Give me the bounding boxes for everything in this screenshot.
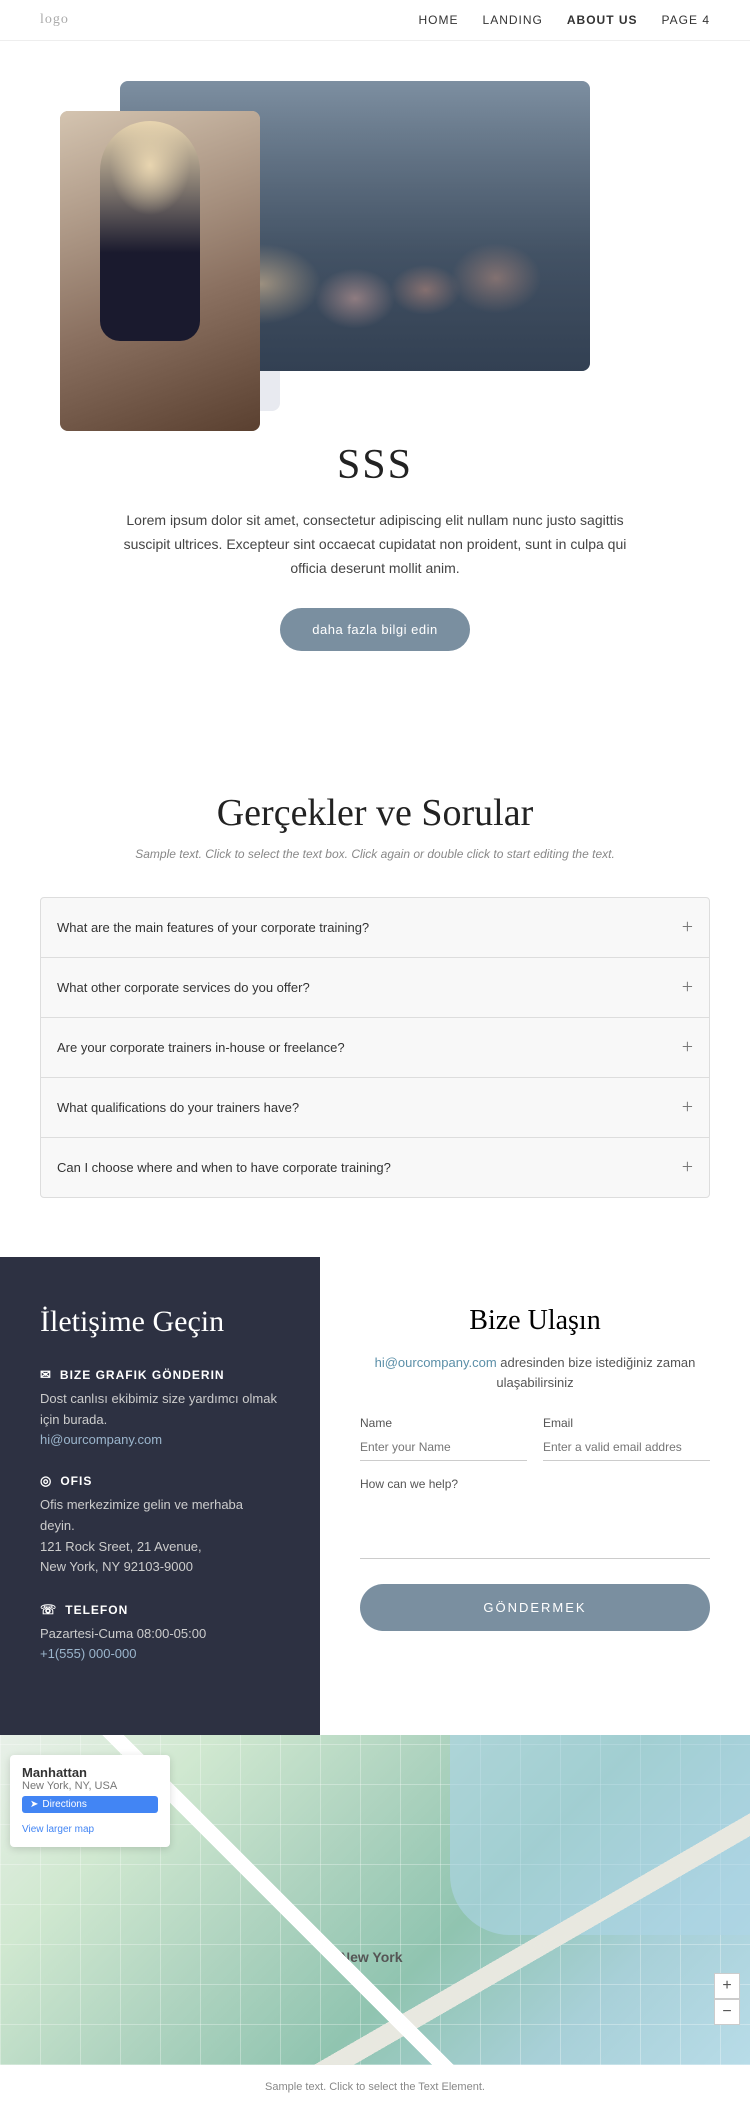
hero-title: SSS <box>115 441 635 489</box>
contact-email-link[interactable]: hi@ourcompany.com <box>40 1432 162 1447</box>
contact-left-title: İletişime Geçin <box>40 1305 280 1339</box>
directions-label: Directions <box>42 1799 86 1810</box>
map-zoom-out-button[interactable]: − <box>714 1999 740 2025</box>
contact-office-item: ◎ OFIS Ofis merkezimize gelin ve merhaba… <box>40 1473 280 1578</box>
contact-phone-hours: Pazartesi-Cuma 08:00-05:00 <box>40 1624 280 1645</box>
map-section: New York Manhattan New York, NY, USA ➤ D… <box>0 1735 750 2065</box>
nav-links: HOME LANDING ABOUT US PAGE 4 <box>419 13 710 27</box>
map-city-name: Manhattan <box>22 1765 158 1780</box>
nav-landing[interactable]: LANDING <box>483 13 543 27</box>
contact-help-label: How can we help? <box>360 1477 710 1491</box>
nav-page4[interactable]: PAGE 4 <box>662 13 710 27</box>
hero-section: SSS Lorem ipsum dolor sit amet, consecte… <box>0 41 750 711</box>
faq-expand-icon-1: + <box>682 916 693 939</box>
contact-form-row-1: Name Email <box>360 1416 710 1461</box>
phone-icon: ☏ <box>40 1602 57 1618</box>
contact-email-title: ✉ BIZE GRAFIK GÖNDERIN <box>40 1367 280 1383</box>
map-state: New York, NY, USA <box>22 1780 158 1792</box>
contact-email-col: Email <box>543 1416 710 1461</box>
directions-arrow-icon: ➤ <box>30 1799 38 1810</box>
contact-phone-number[interactable]: +1(555) 000-000 <box>40 1646 137 1661</box>
contact-right-title: Bize Ulaşın <box>360 1305 710 1337</box>
faq-expand-icon-3: + <box>682 1036 693 1059</box>
map-zoom-in-button[interactable]: + <box>714 1973 740 1999</box>
contact-email-label: BIZE GRAFIK GÖNDERIN <box>60 1368 225 1382</box>
faq-item[interactable]: What are the main features of your corpo… <box>40 897 710 958</box>
contact-office-line2: 121 Rock Sreet, 21 Avenue, <box>40 1537 280 1558</box>
contact-office-title: ◎ OFIS <box>40 1473 280 1489</box>
hero-images <box>40 81 710 401</box>
hero-text: SSS Lorem ipsum dolor sit amet, consecte… <box>115 441 635 651</box>
faq-question-2: What other corporate services do you off… <box>57 980 310 995</box>
contact-office-line3: New York, NY 92103-9000 <box>40 1557 280 1578</box>
contact-email-address[interactable]: hi@ourcompany.com <box>375 1355 497 1370</box>
faq-list: What are the main features of your corpo… <box>40 897 710 1198</box>
footer: Sample text. Click to select the Text El… <box>0 2065 750 2109</box>
faq-item[interactable]: Are your corporate trainers in-house or … <box>40 1017 710 1078</box>
faq-question-3: Are your corporate trainers in-house or … <box>57 1040 345 1055</box>
nav-home[interactable]: HOME <box>419 13 459 27</box>
contact-email-description: Dost canlısı ekibimiz size yardımcı olma… <box>40 1389 280 1431</box>
faq-section: Gerçekler ve Sorular Sample text. Click … <box>0 711 750 1257</box>
contact-submit-button[interactable]: GÖNDERMEK <box>360 1584 710 1631</box>
hero-person-image <box>60 111 260 431</box>
contact-phone-item: ☏ TELEFON Pazartesi-Cuma 08:00-05:00 +1(… <box>40 1602 280 1663</box>
faq-item[interactable]: What qualifications do your trainers hav… <box>40 1077 710 1138</box>
location-icon: ◎ <box>40 1473 52 1489</box>
contact-name-col: Name <box>360 1416 527 1461</box>
faq-question-5: Can I choose where and when to have corp… <box>57 1160 391 1175</box>
contact-name-input[interactable] <box>360 1434 527 1461</box>
contact-phone-title: ☏ TELEFON <box>40 1602 280 1618</box>
faq-item[interactable]: What other corporate services do you off… <box>40 957 710 1018</box>
faq-title: Gerçekler ve Sorular <box>40 791 710 835</box>
faq-expand-icon-4: + <box>682 1096 693 1119</box>
contact-email-field-label: Email <box>543 1416 710 1430</box>
map-directions-button[interactable]: ➤ Directions <box>22 1796 158 1813</box>
contact-name-label: Name <box>360 1416 527 1430</box>
hero-cta-button[interactable]: daha fazla bilgi edin <box>280 608 469 651</box>
nav-about[interactable]: ABOUT US <box>567 13 638 27</box>
faq-item[interactable]: Can I choose where and when to have corp… <box>40 1137 710 1198</box>
map-water <box>450 1735 750 1935</box>
faq-question-1: What are the main features of your corpo… <box>57 920 369 935</box>
faq-question-4: What qualifications do your trainers hav… <box>57 1100 299 1115</box>
navbar: logo HOME LANDING ABOUT US PAGE 4 <box>0 0 750 41</box>
contact-email-input[interactable] <box>543 1434 710 1461</box>
contact-left: İletişime Geçin ✉ BIZE GRAFIK GÖNDERIN D… <box>0 1257 320 1735</box>
logo: logo <box>40 12 69 28</box>
footer-text: Sample text. Click to select the Text El… <box>265 2081 485 2093</box>
hero-description: Lorem ipsum dolor sit amet, consectetur … <box>115 509 635 580</box>
faq-expand-icon-5: + <box>682 1156 693 1179</box>
contact-office-label: OFIS <box>60 1474 92 1488</box>
map-info-card: Manhattan New York, NY, USA ➤ Directions… <box>10 1755 170 1847</box>
map-zoom-controls: + − <box>714 1973 740 2025</box>
contact-section: İletişime Geçin ✉ BIZE GRAFIK GÖNDERIN D… <box>0 1257 750 1735</box>
map-view-larger-link[interactable]: View larger map <box>22 1824 94 1835</box>
email-icon: ✉ <box>40 1367 52 1383</box>
contact-email-item: ✉ BIZE GRAFIK GÖNDERIN Dost canlısı ekib… <box>40 1367 280 1449</box>
contact-email-description: hi@ourcompany.com adresinden bize istedi… <box>360 1353 710 1392</box>
contact-phone-label: TELEFON <box>65 1603 128 1617</box>
contact-office-line1: Ofis merkezimize gelin ve merhaba deyin. <box>40 1495 280 1537</box>
faq-expand-icon-2: + <box>682 976 693 999</box>
contact-email-desc-text: adresinden bize istediğiniz zaman ulaşab… <box>496 1355 695 1390</box>
map-city-label: New York <box>340 1949 403 1965</box>
contact-message-textarea[interactable] <box>360 1499 710 1559</box>
faq-subtitle: Sample text. Click to select the text bo… <box>40 847 710 861</box>
contact-right: Bize Ulaşın hi@ourcompany.com adresinden… <box>320 1257 750 1735</box>
